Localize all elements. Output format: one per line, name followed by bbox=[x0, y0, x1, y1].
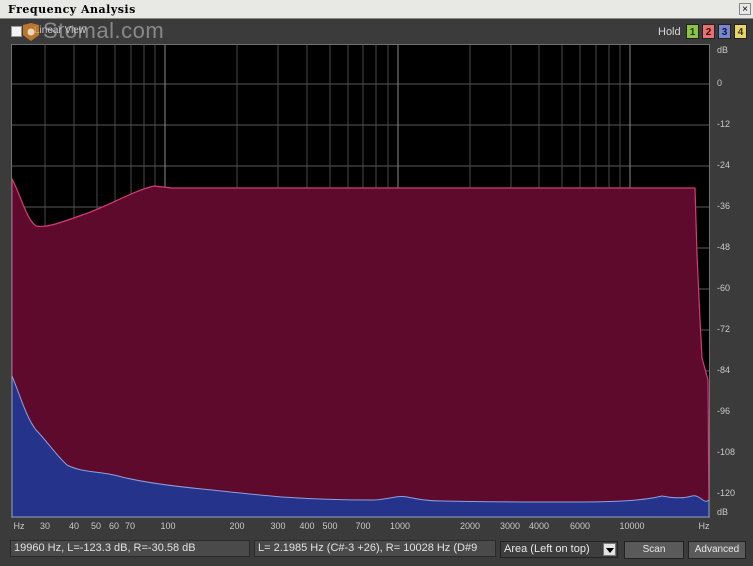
x-tick: 400 bbox=[299, 521, 315, 531]
title-bar: Frequency Analysis × bbox=[0, 0, 753, 19]
db-tick: 0 bbox=[717, 78, 723, 88]
window-title: Frequency Analysis bbox=[8, 3, 136, 16]
hold-button-3[interactable]: 3 bbox=[718, 24, 731, 39]
hold-button-1[interactable]: 1 bbox=[686, 24, 699, 39]
db-tick: -72 bbox=[717, 324, 731, 334]
watermark-text: Stomal.com bbox=[43, 18, 165, 43]
x-tick: 100 bbox=[160, 521, 176, 531]
spectrum-plot[interactable] bbox=[11, 44, 710, 518]
x-tick: 200 bbox=[229, 521, 245, 531]
watermark-logo-icon bbox=[23, 23, 39, 41]
cursor-info-field: 19960 Hz, L=-123.3 dB, R=-30.58 dB bbox=[10, 540, 250, 557]
x-tick: 10000 bbox=[619, 521, 645, 531]
db-tick: -84 bbox=[717, 365, 731, 375]
view-mode-value: Area (Left on top) bbox=[504, 543, 590, 555]
db-unit-label: dB bbox=[717, 45, 729, 55]
x-tick: 300 bbox=[270, 521, 286, 531]
x-tick: 2000 bbox=[459, 521, 481, 531]
x-tick: 50 bbox=[90, 521, 102, 531]
x-tick: 30 bbox=[39, 521, 51, 531]
x-tick: 3000 bbox=[499, 521, 521, 531]
x-tick: 4000 bbox=[528, 521, 550, 531]
hold-label: Hold bbox=[658, 26, 681, 38]
db-tick: -36 bbox=[717, 201, 731, 211]
view-mode-select[interactable]: Area (Left on top) bbox=[500, 541, 618, 558]
x-tick: 40 bbox=[68, 521, 80, 531]
x-tick: 60 bbox=[108, 521, 120, 531]
x-tick: 70 bbox=[124, 521, 136, 531]
chevron-down-icon[interactable] bbox=[603, 543, 616, 556]
x-tick: 6000 bbox=[569, 521, 591, 531]
scan-button[interactable]: Scan bbox=[624, 541, 684, 559]
db-tick: -24 bbox=[717, 160, 731, 170]
spectrum-graph bbox=[11, 45, 710, 518]
hold-button-4[interactable]: 4 bbox=[734, 24, 747, 39]
db-tick: -108 bbox=[717, 447, 736, 457]
db-unit-label-bottom: dB bbox=[717, 507, 729, 517]
db-tick: -12 bbox=[717, 119, 731, 129]
x-tick: 500 bbox=[322, 521, 338, 531]
x-tick: 700 bbox=[355, 521, 371, 531]
range-info-field: L= 2.1985 Hz (C#-3 +26), R= 10028 Hz (D#… bbox=[254, 540, 496, 557]
db-tick: -60 bbox=[717, 283, 731, 293]
db-tick: -48 bbox=[717, 242, 731, 252]
db-tick: -120 bbox=[717, 488, 736, 498]
right-channel-area bbox=[11, 176, 710, 518]
x-unit-label-left: Hz bbox=[13, 521, 25, 531]
hold-button-2[interactable]: 2 bbox=[702, 24, 715, 39]
db-tick: -96 bbox=[717, 406, 731, 416]
x-tick: 1000 bbox=[389, 521, 411, 531]
close-button[interactable]: × bbox=[739, 3, 751, 15]
advanced-button[interactable]: Advanced bbox=[688, 541, 746, 559]
x-unit-label-right: Hz bbox=[698, 521, 710, 531]
